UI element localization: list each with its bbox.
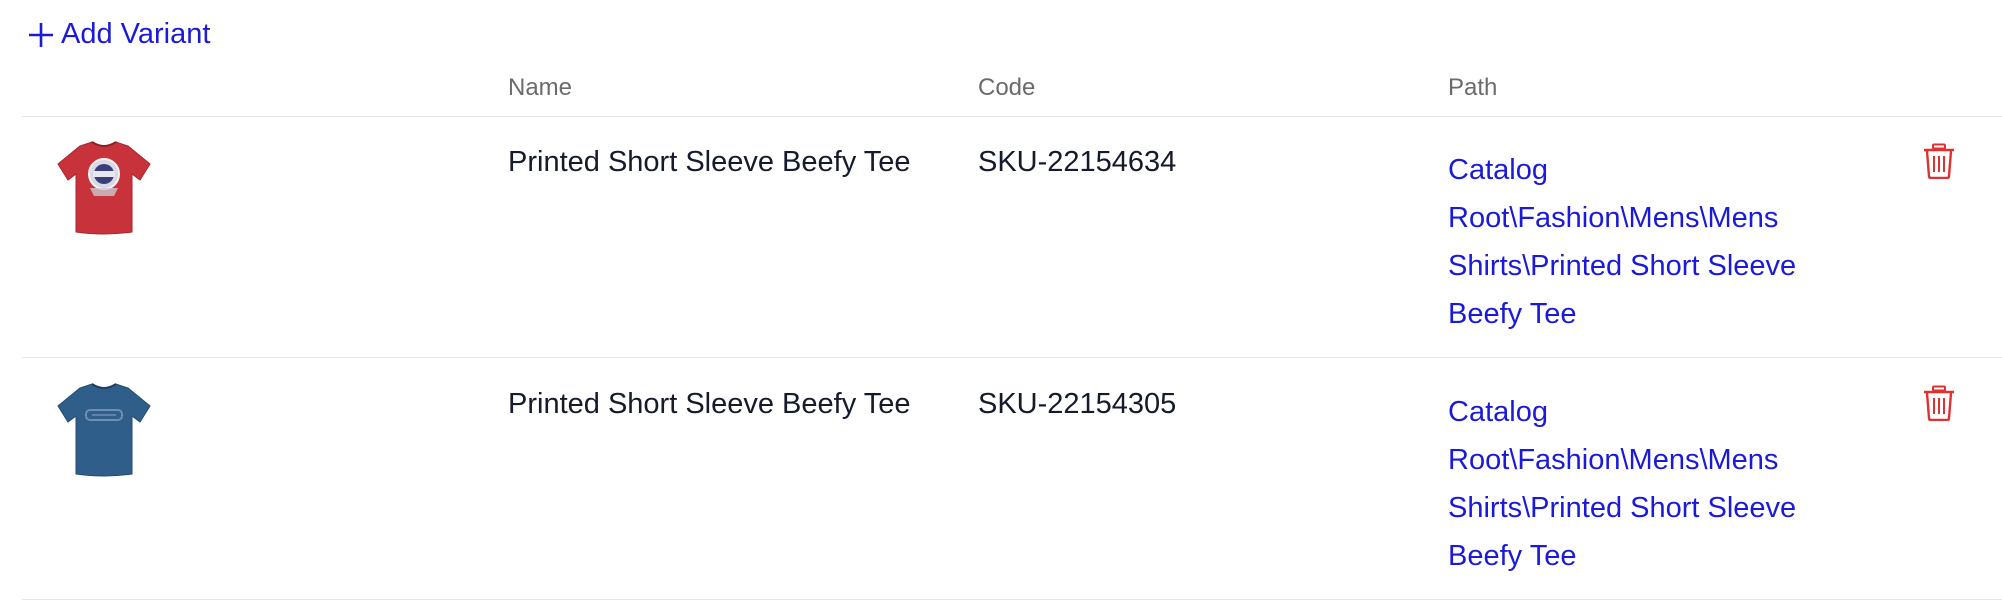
path-line: Beefy Tee	[1448, 540, 1577, 572]
blue-tshirt-thumbnail	[57, 383, 151, 477]
path-line: Shirts\Printed Short Sleeve	[1448, 250, 1797, 282]
path-line: Root\Fashion\Mens\Mens	[1448, 444, 1779, 476]
column-header-path: Path	[1448, 74, 1498, 101]
table-row: Printed Short Sleeve Beefy Tee SKU-22154…	[22, 116, 2002, 358]
table-header: Name Code Path	[22, 70, 2002, 117]
trash-icon[interactable]	[1922, 385, 1956, 421]
variant-name: Printed Short Sleeve Beefy Tee	[508, 388, 911, 420]
trash-icon[interactable]	[1922, 143, 1956, 179]
variant-name: Printed Short Sleeve Beefy Tee	[508, 146, 911, 178]
column-header-code: Code	[978, 74, 1036, 101]
path-line: Catalog	[1448, 154, 1548, 186]
path-line: Root\Fashion\Mens\Mens	[1448, 202, 1779, 234]
path-line: Catalog	[1448, 396, 1548, 428]
variant-path-link[interactable]: Catalog Root\Fashion\Mens\Mens Shirts\Pr…	[1448, 388, 1828, 580]
path-line: Shirts\Printed Short Sleeve	[1448, 492, 1797, 524]
red-tshirt-thumbnail	[57, 141, 151, 235]
add-variant-button[interactable]: Add Variant	[27, 18, 210, 51]
path-line: Beefy Tee	[1448, 298, 1577, 330]
add-variant-label: Add Variant	[61, 18, 211, 50]
variant-path-link[interactable]: Catalog Root\Fashion\Mens\Mens Shirts\Pr…	[1448, 146, 1828, 338]
column-header-name: Name	[508, 74, 573, 101]
variant-code: SKU-22154634	[978, 146, 1177, 178]
variants-panel: Add Variant Name Code Path Printed Short…	[0, 0, 2002, 604]
plus-icon	[29, 22, 53, 47]
variant-code: SKU-22154305	[978, 388, 1177, 420]
table-row: Printed Short Sleeve Beefy Tee SKU-22154…	[22, 358, 2002, 600]
